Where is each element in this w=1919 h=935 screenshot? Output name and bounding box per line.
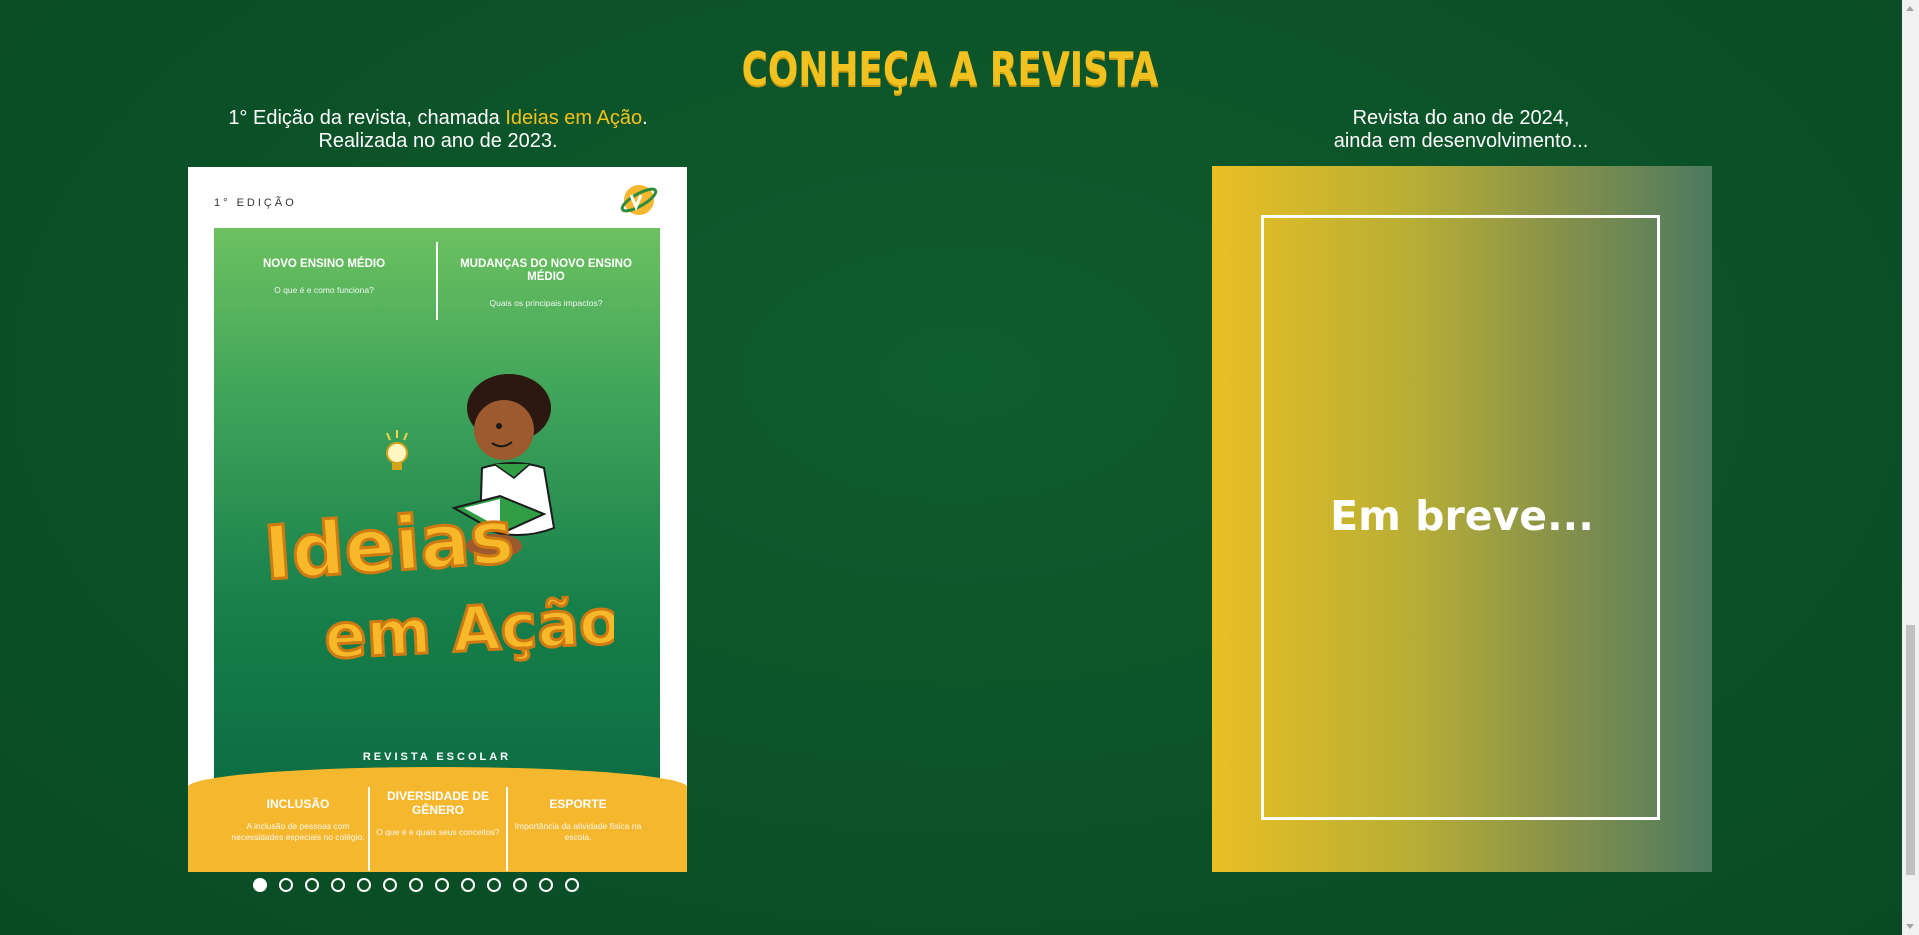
carousel-dot[interactable] bbox=[487, 878, 501, 892]
cover-bottom-topic-1: INCLUSÃO A inclusão de pessoas com neces… bbox=[228, 797, 368, 843]
carousel-dot[interactable] bbox=[383, 878, 397, 892]
edition-label: 1° EDIÇÃO bbox=[214, 197, 297, 209]
carousel-dot[interactable] bbox=[357, 878, 371, 892]
carousel-dot[interactable] bbox=[253, 878, 267, 892]
cover-topic-1-sub: O que é e como funciona? bbox=[274, 285, 374, 295]
right-caption-line1: Revista do ano de 2024, bbox=[1352, 107, 1570, 129]
scrollbar-thumb[interactable] bbox=[1906, 625, 1915, 875]
bottom-topic-3-sub: Importância da atividade física na escol… bbox=[514, 821, 642, 842]
cover-bottom-band: INCLUSÃO A inclusão de pessoas com neces… bbox=[188, 767, 687, 872]
topic-divider bbox=[436, 242, 438, 320]
left-caption-post: . bbox=[642, 107, 648, 129]
carousel-dot[interactable] bbox=[331, 878, 345, 892]
carousel-dot[interactable] bbox=[279, 878, 293, 892]
carousel-dot[interactable] bbox=[409, 878, 423, 892]
cover-title-line1: Ideias bbox=[261, 494, 516, 597]
cover-topic-1: NOVO ENSINO MÉDIO O que é e como funcion… bbox=[224, 258, 424, 295]
carousel-dot[interactable] bbox=[565, 878, 579, 892]
cover-panel: NOVO ENSINO MÉDIO O que é e como funcion… bbox=[214, 228, 660, 808]
carousel-dot[interactable] bbox=[305, 878, 319, 892]
left-caption-line2: Realizada no ano de 2023. bbox=[318, 130, 558, 152]
cover-bottom-topic-2: DIVERSIDADE DE GÊNERO O que é e quais se… bbox=[368, 789, 508, 838]
bottom-topic-3-title: ESPORTE bbox=[549, 797, 607, 811]
ideias-em-acao-illustration: Ideias em Ação bbox=[260, 374, 614, 675]
right-caption-line2: ainda em desenvolvimento... bbox=[1333, 130, 1589, 152]
cover-topic-1-title: NOVO ENSINO MÉDIO bbox=[262, 258, 386, 270]
scroll-up-icon[interactable] bbox=[1906, 6, 1914, 11]
scroll-down-icon[interactable] bbox=[1906, 924, 1914, 929]
school-magazine-label: REVISTA ESCOLAR bbox=[362, 751, 512, 763]
carousel-dot[interactable] bbox=[539, 878, 553, 892]
bottom-topic-1-title: INCLUSÃO bbox=[266, 797, 330, 811]
bottom-topic-1-sub: A inclusão de pessoas com necessidades e… bbox=[231, 821, 365, 842]
left-caption-pre: 1° Edição da revista, chamada bbox=[228, 107, 506, 129]
right-caption: Revista do ano de 2024, ainda em desenvo… bbox=[1211, 107, 1711, 153]
lightbulb-icon bbox=[386, 430, 408, 470]
section-title: CONHEÇA A REVISTA bbox=[741, 42, 1159, 96]
page-scrollbar[interactable] bbox=[1902, 0, 1919, 935]
carousel-dot[interactable] bbox=[513, 878, 527, 892]
carousel-dot[interactable] bbox=[435, 878, 449, 892]
cover-topic-2: MUDANÇAS DO NOVO ENSINO MÉDIO Quais os p… bbox=[446, 258, 646, 308]
carousel-pagination bbox=[253, 878, 579, 892]
bottom-topic-2-title: DIVERSIDADE DE GÊNERO bbox=[386, 789, 490, 817]
cover-topic-2-title: MUDANÇAS DO NOVO ENSINO MÉDIO bbox=[460, 258, 632, 283]
cover-title-line2: em Ação bbox=[322, 585, 614, 673]
carousel-dot[interactable] bbox=[461, 878, 475, 892]
coming-soon-text: Em breve... bbox=[1330, 492, 1594, 540]
left-caption: 1° Edição da revista, chamada Ideias em … bbox=[188, 107, 688, 153]
cover-topic-2-sub: Quais os principais impactos? bbox=[489, 298, 603, 308]
school-logo-icon bbox=[620, 185, 658, 215]
bottom-topic-2-sub: O que é e quais seus conceitos? bbox=[376, 827, 500, 837]
cover-bottom-topic-3: ESPORTE Importância da atividade física … bbox=[508, 797, 648, 843]
left-caption-highlight: Ideias em Ação bbox=[505, 107, 643, 129]
magazine-cover-slide[interactable]: 1° EDIÇÃO NOVO ENSINO MÉDIO O que é e co… bbox=[188, 167, 687, 872]
coming-soon-panel: Em breve... bbox=[1212, 166, 1712, 872]
